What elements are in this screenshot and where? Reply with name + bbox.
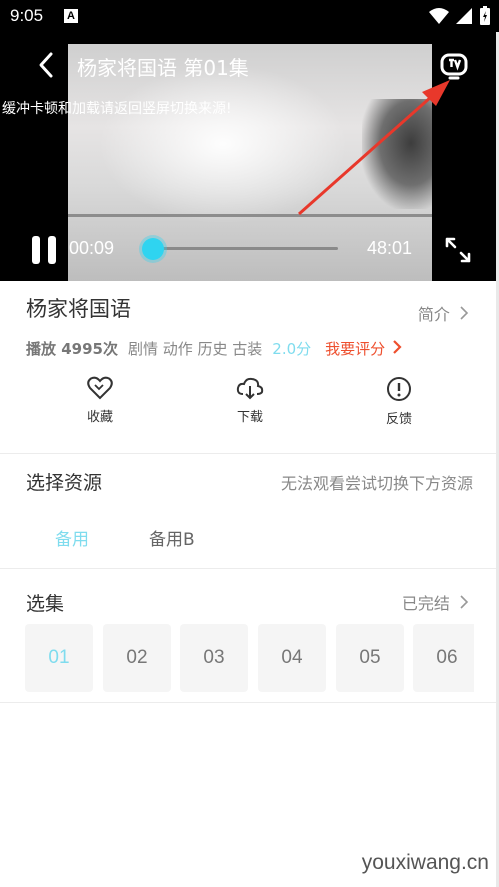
episodes-status-link[interactable]: 已完结 <box>402 590 469 614</box>
episode-list[interactable]: 01 02 03 04 05 06 <box>25 624 474 694</box>
show-meta: 播放 4995次 剧情 动作 历史 古装 2.0分 我要评分 <box>26 338 402 359</box>
favorite-button[interactable]: 收藏 <box>70 376 130 425</box>
rate-button[interactable]: 我要评分 <box>325 338 402 359</box>
episode-item[interactable]: 04 <box>258 624 326 692</box>
show-title: 杨家将国语 <box>26 297 131 321</box>
signal-icon <box>456 8 472 24</box>
action-bar: 收藏 下载 反馈 <box>0 376 499 436</box>
intro-label: 简介 <box>417 305 450 324</box>
episode-item[interactable]: 05 <box>336 624 404 692</box>
favorite-label: 收藏 <box>86 410 113 425</box>
back-icon[interactable] <box>34 50 60 80</box>
annotation-arrow <box>298 80 450 216</box>
episodes-status: 已完结 <box>401 594 450 613</box>
download-label: 下载 <box>236 410 263 425</box>
fullscreen-icon[interactable] <box>444 236 472 264</box>
progress-knob[interactable] <box>141 238 164 260</box>
episode-item[interactable]: 01 <box>25 624 93 692</box>
source-tab-backup-b[interactable]: 备用B <box>149 525 195 550</box>
heart-icon <box>87 376 113 400</box>
watermark: youxiwang.cn <box>361 851 489 874</box>
video-title: 杨家将国语 第01集 <box>77 56 249 80</box>
score: 2.0分 <box>272 340 312 358</box>
intro-link[interactable]: 简介 <box>418 301 469 325</box>
feedback-button[interactable]: 反馈 <box>369 376 429 427</box>
battery-icon <box>480 6 490 25</box>
source-tab-backup[interactable]: 备用 <box>55 525 89 550</box>
episode-item[interactable]: 06 <box>413 624 474 692</box>
episode-item[interactable]: 02 <box>103 624 171 692</box>
buffer-notice: 缓冲卡顿和加载请返回竖屏切换来源! <box>2 101 232 117</box>
episodes-title: 选集 <box>26 593 65 615</box>
status-bar: 9:05 A <box>0 0 499 32</box>
chevron-right-icon <box>460 306 469 320</box>
chevron-right-icon <box>460 595 469 609</box>
current-time: 00:09 <box>69 238 115 258</box>
wifi-icon <box>429 8 449 24</box>
app-notification-icon: A <box>64 9 78 23</box>
feedback-label: 反馈 <box>385 412 412 427</box>
video-player[interactable]: 杨家将国语 第01集 缓冲卡顿和加载请返回竖屏切换来源! 00:09 48:01 <box>0 32 499 281</box>
source-title: 选择资源 <box>26 472 103 494</box>
pause-button[interactable] <box>32 236 58 264</box>
total-duration: 48:01 <box>367 238 413 258</box>
chevron-right-icon <box>393 340 402 354</box>
play-count: 播放 4995次 <box>26 340 118 358</box>
rate-label: 我要评分 <box>325 340 386 358</box>
progress-track[interactable] <box>152 247 338 250</box>
episode-item[interactable]: 03 <box>180 624 248 692</box>
genre-tags: 剧情 动作 历史 古装 <box>127 340 263 358</box>
status-time: 9:05 <box>10 6 44 25</box>
cloud-download-icon <box>236 377 264 400</box>
download-button[interactable]: 下载 <box>220 376 280 425</box>
exclamation-circle-icon <box>387 377 411 401</box>
divider <box>0 702 499 703</box>
divider <box>0 453 499 454</box>
divider <box>0 568 499 569</box>
source-hint: 无法观看尝试切换下方资源 <box>280 474 473 493</box>
